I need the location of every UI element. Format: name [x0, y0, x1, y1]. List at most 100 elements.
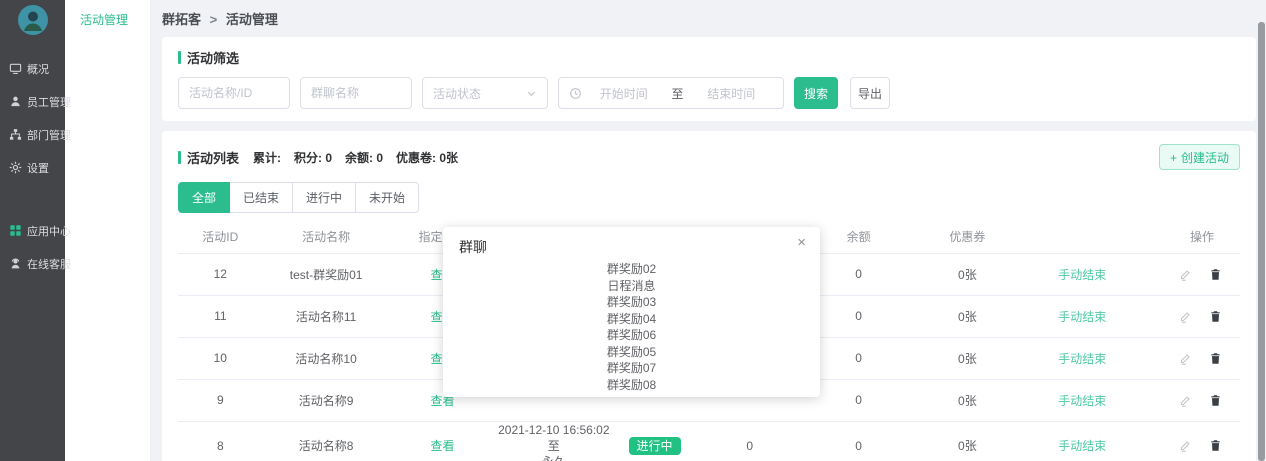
sidebar-item-employee[interactable]: 员工管理 [0, 85, 65, 118]
manual-end-link[interactable]: 手动结束 [1058, 392, 1106, 409]
column-header: 活动ID [178, 227, 263, 253]
sidebar-item-label: 部门管理 [27, 127, 71, 143]
sidebar-item-service[interactable]: 在线客服 [0, 247, 65, 280]
avatar-logo-icon[interactable] [18, 5, 48, 35]
plus-icon: + [1170, 151, 1177, 165]
settings-icon [9, 161, 23, 175]
column-header: 活动名称 [263, 227, 390, 253]
tab-ended[interactable]: 已结束 [229, 182, 293, 213]
list-title-text: 活动列表 [187, 148, 239, 167]
search-button[interactable]: 搜索 [794, 77, 838, 109]
cell-status: 进行中 [612, 421, 697, 461]
filter-title-text: 活动筛选 [187, 48, 239, 67]
cell-balance: 0 [803, 421, 915, 461]
group-chat-modal: 群聊 × 群奖励02日程消息群奖励03群奖励04群奖励06群奖励05群奖励07群… [443, 227, 820, 397]
table-row: 8活动名称8查看2021-12-10 16:56:02 至永久进行中000张手动… [178, 421, 1240, 461]
sidebar-item-label: 在线客服 [27, 256, 71, 272]
delete-icon[interactable] [1209, 268, 1222, 281]
edit-icon[interactable] [1179, 268, 1192, 281]
dashboard-icon [9, 62, 23, 76]
cell-view-group-link: 查看 [390, 421, 496, 461]
create-activity-button[interactable]: +创建活动 [1159, 144, 1240, 170]
chevron-down-icon [526, 88, 537, 99]
manual-end-link[interactable]: 手动结束 [1058, 308, 1106, 325]
cell-coupon: 0张 [915, 379, 1021, 421]
tab-not-started[interactable]: 未开始 [355, 182, 419, 213]
cell-balance-text: 0 [855, 267, 862, 281]
department-icon [9, 128, 23, 142]
sidebar-item-apps[interactable]: 应用中心 [0, 214, 65, 247]
secondary-sidebar: 活动管理 [65, 0, 150, 461]
cell-coupon-text: 0张 [958, 310, 977, 324]
group-chat-item: 日程消息 [459, 278, 804, 295]
activity-status-select[interactable]: 活动状态 [422, 77, 548, 109]
cell-activity-id: 11 [178, 295, 263, 337]
delete-icon[interactable] [1209, 310, 1222, 323]
activity-name-input[interactable] [178, 77, 290, 109]
end-time-placeholder: 结束时间 [690, 85, 774, 102]
cell-points: 0 [697, 421, 803, 461]
group-chat-item: 群奖励02 [459, 261, 804, 278]
group-chat-item: 群奖励06 [459, 327, 804, 344]
section-marker-bar [178, 151, 181, 164]
cell-coupon: 0张 [915, 337, 1021, 379]
cell-activity-name-text: 活动名称10 [295, 352, 356, 366]
export-button[interactable]: 导出 [850, 77, 890, 109]
modal-title: 群聊 [459, 237, 804, 257]
cell-coupon: 0张 [915, 253, 1021, 295]
breadcrumb: 群拓客 > 活动管理 [150, 0, 1266, 28]
activity-filter-card: 活动筛选 活动状态 开始时间 至 结束时间 搜索 导出 [162, 37, 1256, 121]
list-section-title: 活动列表 [178, 148, 239, 167]
group-chat-item: 群奖励08 [459, 377, 804, 394]
cell-operations: 手动结束 [1020, 253, 1240, 295]
breadcrumb-separator: > [210, 12, 218, 27]
sidebar-item-department[interactable]: 部门管理 [0, 118, 65, 151]
sidebar-nav-group: 应用中心在线客服 [0, 214, 65, 280]
delete-icon[interactable] [1209, 439, 1222, 452]
cell-activity-id-text: 11 [214, 309, 226, 323]
tab-all[interactable]: 全部 [178, 182, 230, 213]
section-marker-bar [178, 51, 181, 64]
filter-section-title: 活动筛选 [178, 48, 1240, 67]
cell-coupon-text: 0张 [958, 268, 977, 282]
cell-activity-name: 活动名称10 [263, 337, 390, 379]
activity-time-line: 永久 [495, 454, 612, 461]
group-name-input[interactable] [300, 77, 412, 109]
breadcrumb-parent[interactable]: 群拓客 [162, 12, 201, 27]
column-header: 操作 [1020, 227, 1240, 253]
cell-activity-id-text: 8 [217, 439, 224, 453]
sidebar-item-settings[interactable]: 设置 [0, 151, 65, 184]
clock-icon [569, 87, 582, 100]
employee-icon [9, 95, 23, 109]
column-header: 优惠券 [915, 227, 1021, 253]
vertical-scrollbar-thumb[interactable] [1258, 22, 1265, 461]
manual-end-link[interactable]: 手动结束 [1058, 350, 1106, 367]
delete-icon[interactable] [1209, 394, 1222, 407]
edit-icon[interactable] [1179, 394, 1192, 407]
sidebar-item-label: 概况 [27, 61, 49, 77]
range-separator-label: 至 [666, 85, 690, 102]
edit-icon[interactable] [1179, 310, 1192, 323]
status-tabs: 全部已结束进行中未开始 [178, 182, 419, 213]
cell-activity-name-text: test-群奖励01 [290, 268, 363, 282]
delete-icon[interactable] [1209, 352, 1222, 365]
sidebar-item-activity-management[interactable]: 活动管理 [65, 0, 150, 28]
summary-label: 累计: [253, 149, 281, 166]
close-icon[interactable]: × [797, 235, 806, 251]
cell-coupon-text: 0张 [958, 439, 977, 453]
manual-end-link[interactable]: 手动结束 [1058, 437, 1106, 454]
cell-activity-id: 10 [178, 337, 263, 379]
status-select-placeholder: 活动状态 [433, 85, 481, 102]
group-chat-item: 群奖励05 [459, 344, 804, 361]
cell-coupon: 0张 [915, 295, 1021, 337]
edit-icon[interactable] [1179, 352, 1192, 365]
cell-coupon-text: 0张 [958, 394, 977, 408]
tab-in-progress[interactable]: 进行中 [292, 182, 356, 213]
date-range-picker[interactable]: 开始时间 至 结束时间 [558, 77, 784, 109]
manual-end-link[interactable]: 手动结束 [1058, 266, 1106, 283]
edit-icon[interactable] [1179, 439, 1192, 452]
cell-view-group-link-text[interactable]: 查看 [430, 439, 454, 453]
cell-operations: 手动结束 [1020, 295, 1240, 337]
sidebar-item-dashboard[interactable]: 概况 [0, 52, 65, 85]
cell-activity-id: 9 [178, 379, 263, 421]
